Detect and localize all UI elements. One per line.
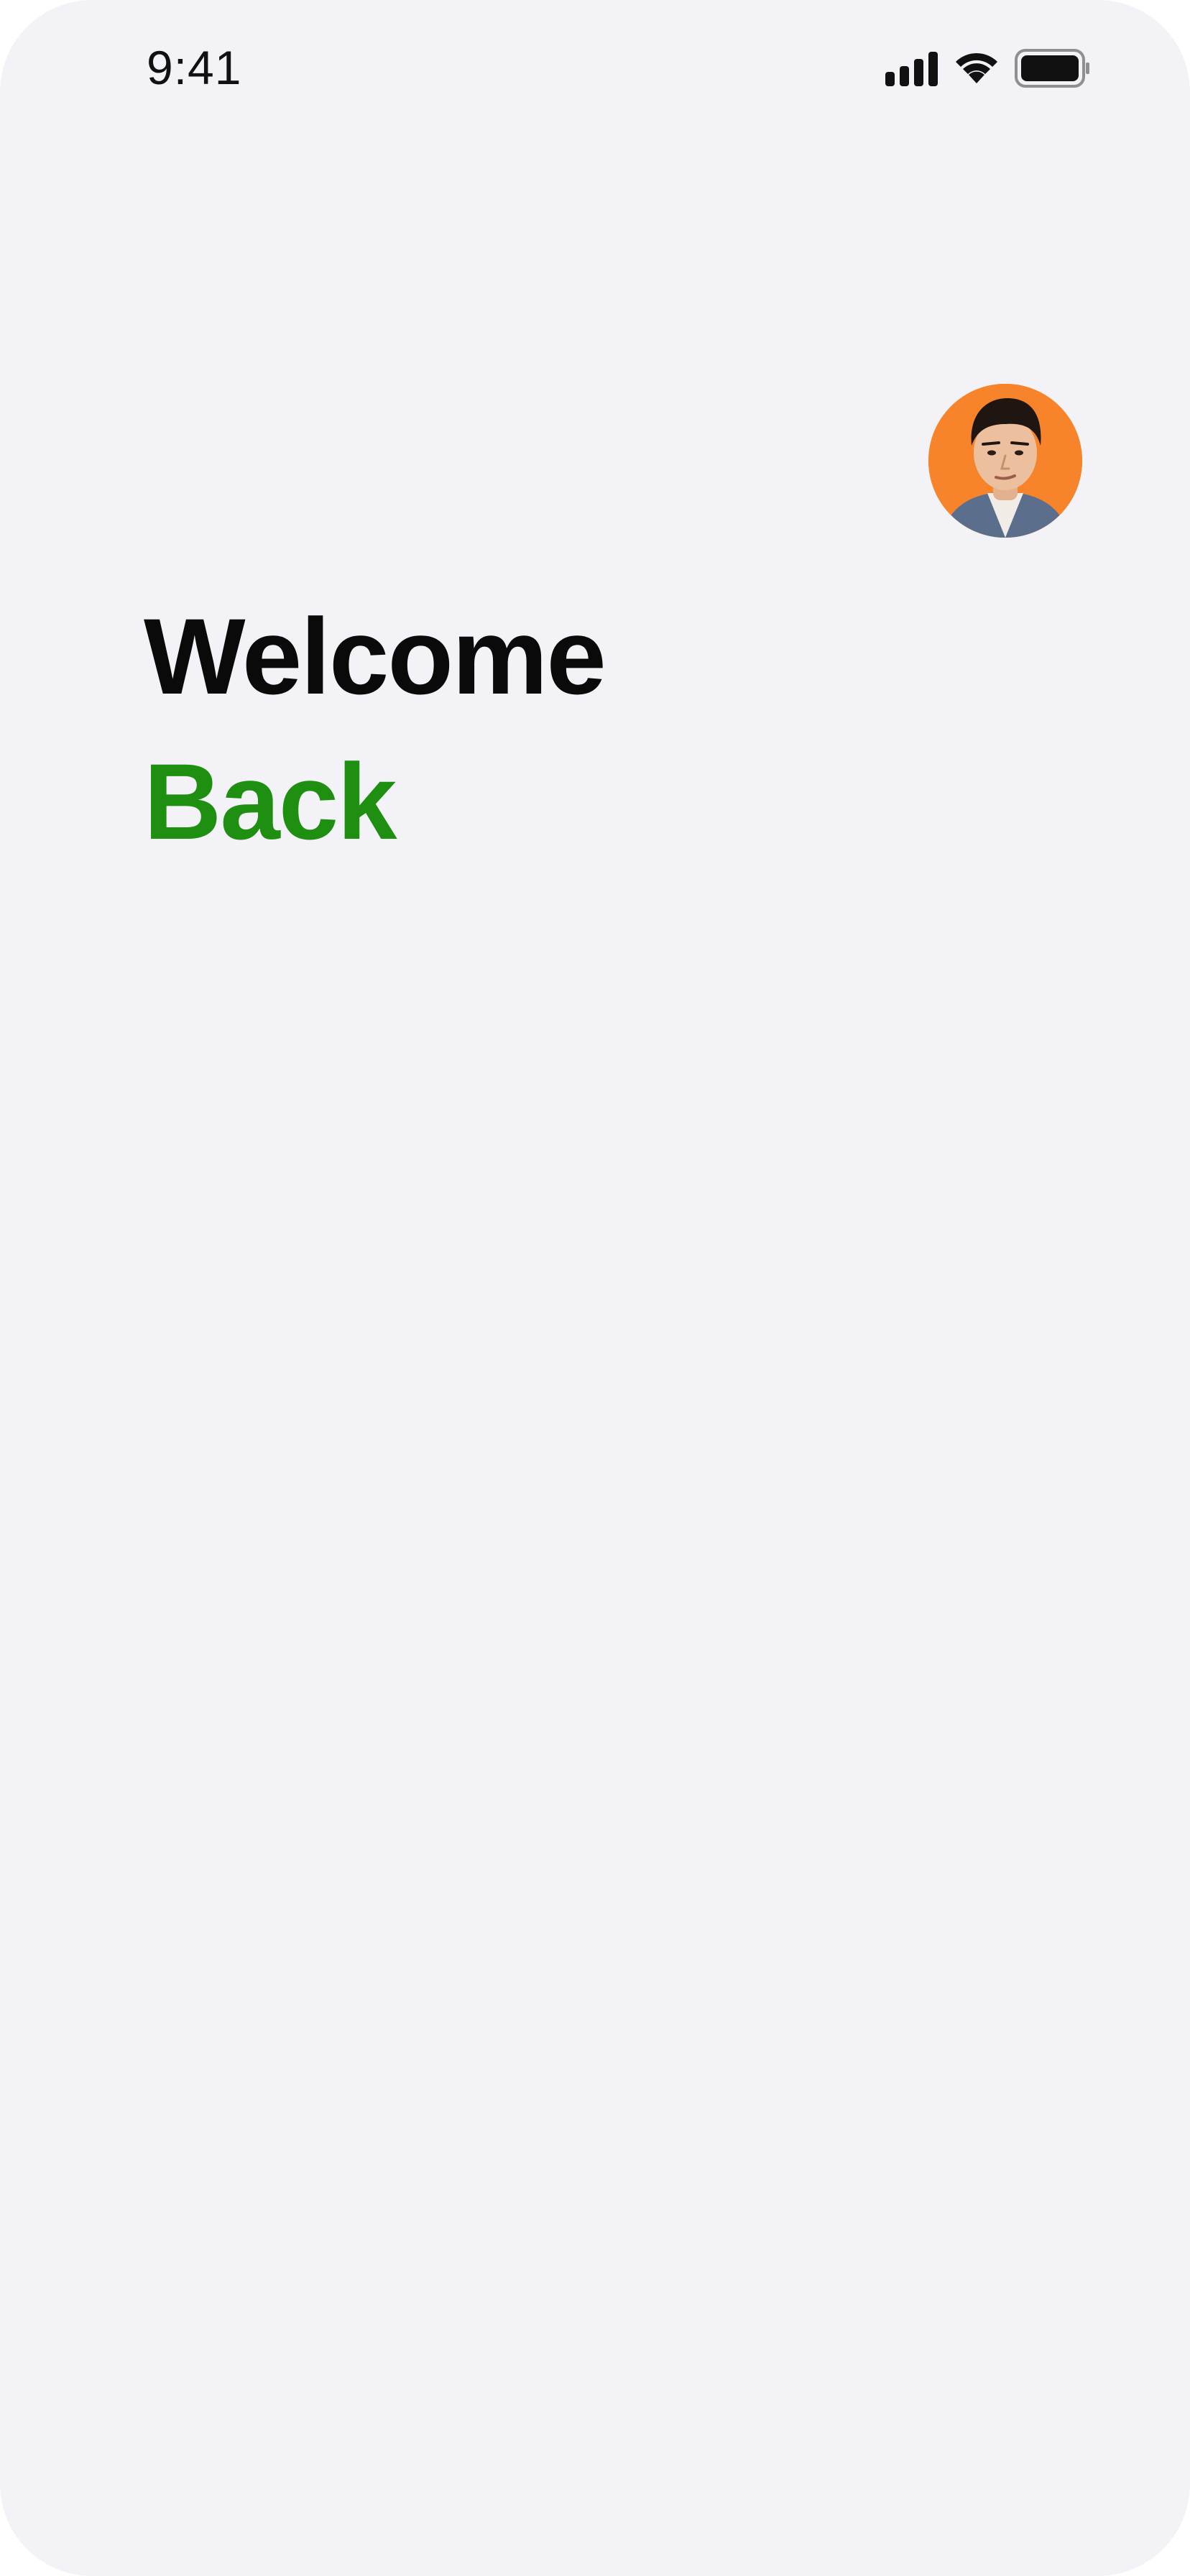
welcome-heading: Welcome — [144, 596, 606, 717]
status-time: 9:41 — [147, 41, 242, 94]
status-icons — [885, 45, 1094, 92]
battery-icon — [1015, 49, 1089, 88]
status-bar: 9:41 — [0, 0, 1190, 137]
phone-screen: 9:41 Welcome Back — [0, 0, 1190, 2576]
user-avatar[interactable] — [928, 384, 1082, 538]
wifi-icon — [956, 52, 997, 83]
cellular-signal-icon — [885, 52, 938, 86]
back-heading: Back — [144, 741, 397, 862]
avatar-portrait — [928, 384, 1082, 538]
